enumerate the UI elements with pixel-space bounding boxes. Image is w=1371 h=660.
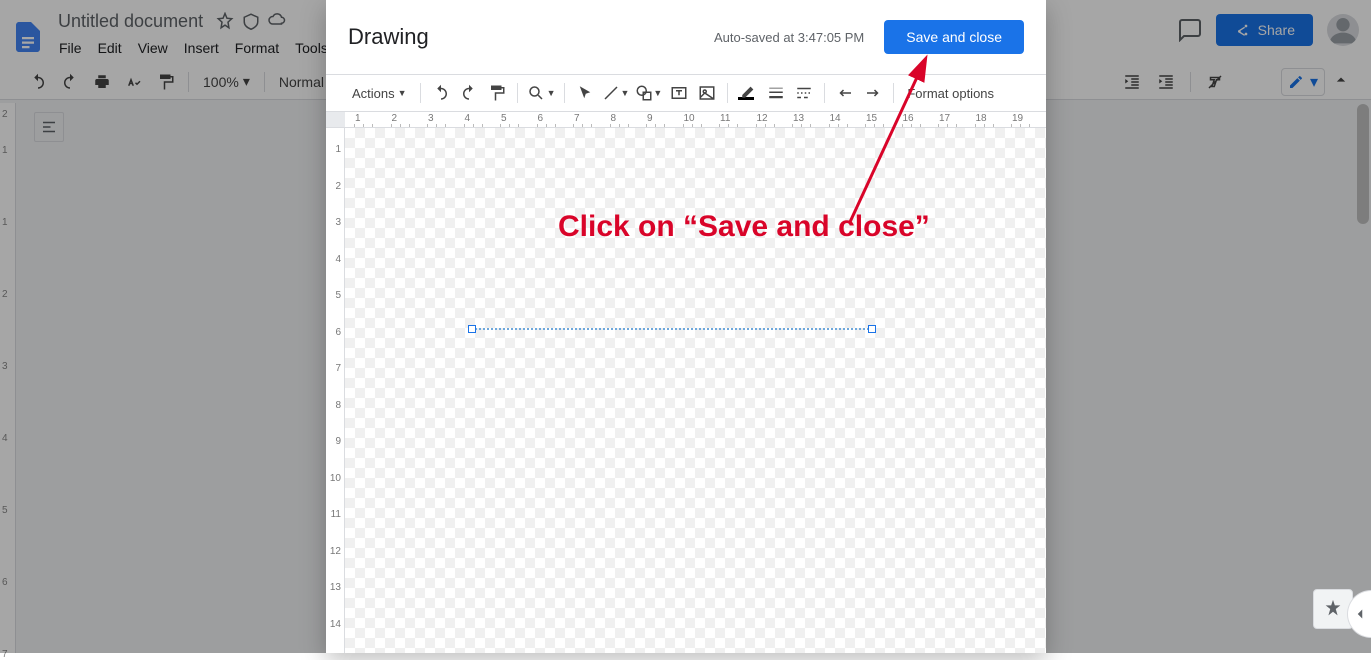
textbox-tool-icon[interactable] (666, 80, 692, 106)
drawing-vertical-ruler: 1234567891011121314 (326, 128, 345, 653)
redo-icon[interactable] (456, 80, 482, 106)
ruler-tick: 13 (793, 113, 804, 124)
image-tool-icon[interactable] (694, 80, 720, 106)
toolbar-separator (517, 83, 518, 103)
toolbar-separator (824, 83, 825, 103)
ruler-tick: 9 (335, 436, 341, 447)
line-weight-icon[interactable] (763, 80, 789, 106)
format-options-button[interactable]: Format options (901, 80, 1000, 106)
line-start-icon[interactable] (832, 80, 858, 106)
ruler-tick: 13 (330, 582, 341, 593)
zoom-icon[interactable]: ▼ (525, 80, 558, 106)
ruler-tick: 4 (465, 113, 471, 124)
drawing-horizontal-ruler: 12345678910111213141516171819 (326, 112, 1046, 128)
ruler-tick: 5 (335, 290, 341, 301)
ruler-tick: 14 (330, 619, 341, 630)
ruler-tick: 16 (903, 113, 914, 124)
toolbar-separator (420, 83, 421, 103)
line-tool-icon[interactable]: ▼ (600, 80, 631, 106)
ruler-tick: 8 (335, 400, 341, 411)
paint-format-icon[interactable] (484, 80, 510, 106)
ruler-tick: 12 (330, 546, 341, 557)
drawing-dialog: Drawing Auto-saved at 3:47:05 PM Save an… (326, 0, 1046, 653)
ruler-tick: 7 (335, 363, 341, 374)
ruler-tick: 6 (335, 327, 341, 338)
ruler-tick: 4 (335, 254, 341, 265)
actions-menu[interactable]: Actions▼ (346, 80, 413, 106)
ruler-tick: 3 (335, 217, 341, 228)
ruler-tick: 19 (1012, 113, 1023, 124)
ruler-tick: 18 (976, 113, 987, 124)
ruler-tick: 17 (939, 113, 950, 124)
ruler-tick: 2 (392, 113, 398, 124)
line-dash-icon[interactable] (791, 80, 817, 106)
drawn-dotted-line[interactable] (472, 328, 872, 330)
drawing-toolbar: Actions▼ ▼ ▼ ▼ Format options (326, 74, 1046, 112)
line-color-icon[interactable] (735, 80, 761, 106)
drawing-canvas[interactable] (345, 128, 1046, 653)
dialog-title: Drawing (348, 24, 429, 50)
autosave-status: Auto-saved at 3:47:05 PM (714, 30, 864, 45)
ruler-tick: 14 (830, 113, 841, 124)
ruler-tick: 1 (355, 113, 361, 124)
toolbar-separator (893, 83, 894, 103)
save-and-close-button[interactable]: Save and close (884, 20, 1024, 54)
toolbar-separator (564, 83, 565, 103)
ruler-tick: 11 (720, 113, 730, 124)
dialog-header: Drawing Auto-saved at 3:47:05 PM Save an… (326, 0, 1046, 74)
ruler-tick: 9 (647, 113, 653, 124)
save-and-close-label: Save and close (906, 29, 1002, 45)
ruler-tick: 11 (331, 509, 341, 520)
ruler-tick: 3 (428, 113, 434, 124)
ruler-tick: 7 (574, 113, 580, 124)
ruler-tick: 10 (684, 113, 695, 124)
ruler-tick: 8 (611, 113, 617, 124)
ruler-tick: 5 (501, 113, 507, 124)
ruler-tick: 1 (335, 144, 341, 155)
ruler-tick: 12 (757, 113, 768, 124)
ruler-tick: 15 (866, 113, 877, 124)
line-end-icon[interactable] (860, 80, 886, 106)
ruler-tick: 6 (538, 113, 544, 124)
select-tool-icon[interactable] (572, 80, 598, 106)
ruler-tick: 2 (335, 181, 341, 192)
toolbar-separator (727, 83, 728, 103)
shape-tool-icon[interactable]: ▼ (633, 80, 664, 106)
undo-icon[interactable] (428, 80, 454, 106)
ruler-tick: 10 (330, 473, 341, 484)
